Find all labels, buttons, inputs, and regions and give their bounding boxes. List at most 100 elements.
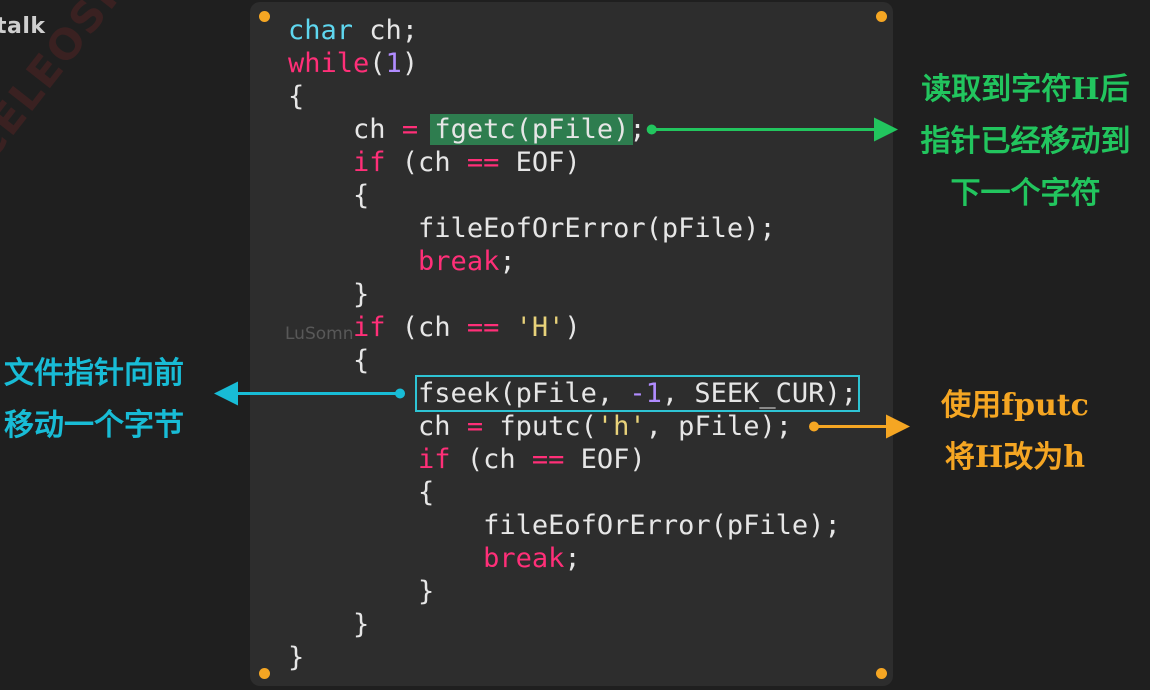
code-line-10: if (ch == 'H') xyxy=(288,311,857,344)
code-text: ) xyxy=(564,312,581,343)
annotation-green: 读取到字符H后 指针已经移动到 下一个字符 xyxy=(908,64,1143,220)
keyword: break xyxy=(418,246,500,277)
corner-dot-bottom-left xyxy=(259,668,270,679)
operator: = xyxy=(466,411,484,442)
code-text: ch; xyxy=(353,15,419,46)
code-text: (ch xyxy=(385,147,467,178)
number-literal: -1 xyxy=(629,378,662,409)
code-text: { xyxy=(353,345,370,376)
annotation-cyan: 文件指针向前 移动一个字节 xyxy=(4,348,209,452)
code-text: } xyxy=(353,279,370,310)
code-text: EOF) xyxy=(564,444,646,475)
code-line-14: if (ch == EOF) xyxy=(288,443,857,476)
code-text: ; xyxy=(499,246,516,277)
code-line-9: } xyxy=(288,278,857,311)
code-line-7: fileEofOrError(pFile); xyxy=(288,212,857,245)
code-text: fileEofOrError(pFile); xyxy=(418,213,776,244)
code-text: ch xyxy=(353,114,402,145)
code-line-1: char ch; xyxy=(288,14,857,47)
code-text: { xyxy=(353,180,370,211)
keyword: while xyxy=(288,48,370,79)
code-line-16: fileEofOrError(pFile); xyxy=(288,509,857,542)
code-text: ; xyxy=(564,543,581,574)
code-line-19: } xyxy=(288,608,857,641)
keyword: if xyxy=(418,444,451,475)
annotation-line: 使用fputc xyxy=(941,388,1089,423)
brand-label: talk xyxy=(0,14,46,39)
keyword: break xyxy=(483,543,565,574)
code-text: fputc( xyxy=(483,411,597,442)
operator: = xyxy=(401,114,419,145)
code-text: fileEofOrError(pFile); xyxy=(483,510,841,541)
code-text: ) xyxy=(401,48,419,79)
code-line-13: ch = fputc('h', pFile); xyxy=(288,410,857,443)
code-text: fseek(pFile, xyxy=(418,378,630,409)
fgetc-highlight: fgetc(pFile) xyxy=(430,114,634,145)
code-text: } xyxy=(353,609,370,640)
code-text: (ch xyxy=(450,444,532,475)
corner-dot-top-left xyxy=(259,11,270,22)
annotation-line: 文件指针向前 xyxy=(4,356,184,391)
code-text: EOF) xyxy=(499,147,581,178)
annotation-line: 读取到字符H后 xyxy=(921,72,1130,107)
code-text: , SEEK_CUR); xyxy=(661,378,857,409)
code-line-18: } xyxy=(288,575,857,608)
char-literal: 'h' xyxy=(596,411,646,442)
char-literal: 'H' xyxy=(515,312,565,343)
code-text: (ch xyxy=(385,312,467,343)
annotation-line: 下一个字符 xyxy=(950,176,1101,211)
code-line-6: { xyxy=(288,179,857,212)
type-keyword: char xyxy=(288,15,354,46)
fseek-highlight-box: fseek(pFile, -1, SEEK_CUR); xyxy=(415,375,860,412)
watermark-small: LuSomn xyxy=(285,324,354,344)
annotation-line: 移动一个字节 xyxy=(4,408,184,443)
code-line-12: fseek(pFile, -1, SEEK_CUR); xyxy=(288,375,860,412)
code-text: ; xyxy=(629,114,646,145)
operator: == xyxy=(531,444,565,475)
code-text: , pFile); xyxy=(645,411,792,442)
code-line-4: ch = fgetc(pFile); xyxy=(288,113,857,146)
code-line-20: } xyxy=(288,641,857,674)
code-text: { xyxy=(418,477,435,508)
slide-canvas: talk CELEOSIOI LuSomn char ch; while(1) … xyxy=(0,0,1150,690)
code-line-11: { xyxy=(288,344,857,377)
code-line-15: { xyxy=(288,476,857,509)
corner-dot-top-right xyxy=(876,11,887,22)
code-text: ch xyxy=(418,411,467,442)
number-literal: 1 xyxy=(385,48,402,79)
code-line-5: if (ch == EOF) xyxy=(288,146,857,179)
operator: == xyxy=(466,312,500,343)
code-line-8: break; xyxy=(288,245,857,278)
code-line-2: while(1) xyxy=(288,47,857,80)
code-block: char ch; while(1) { ch = fgetc(pFile); i… xyxy=(288,14,860,674)
arrow-cyan-head xyxy=(214,381,238,406)
code-text: ( xyxy=(369,48,386,79)
code-text: { xyxy=(288,81,305,112)
keyword: if xyxy=(353,312,386,343)
code-text: } xyxy=(288,642,305,673)
operator: == xyxy=(466,147,500,178)
annotation-line: 指针已经移动到 xyxy=(920,124,1131,159)
code-text: } xyxy=(418,576,435,607)
annotation-line: 将H改为h xyxy=(944,440,1086,475)
annotation-orange: 使用fputc 将H改为h xyxy=(925,380,1105,484)
code-line-17: break; xyxy=(288,542,857,575)
code-line-3: { xyxy=(288,80,857,113)
keyword: if xyxy=(353,147,386,178)
